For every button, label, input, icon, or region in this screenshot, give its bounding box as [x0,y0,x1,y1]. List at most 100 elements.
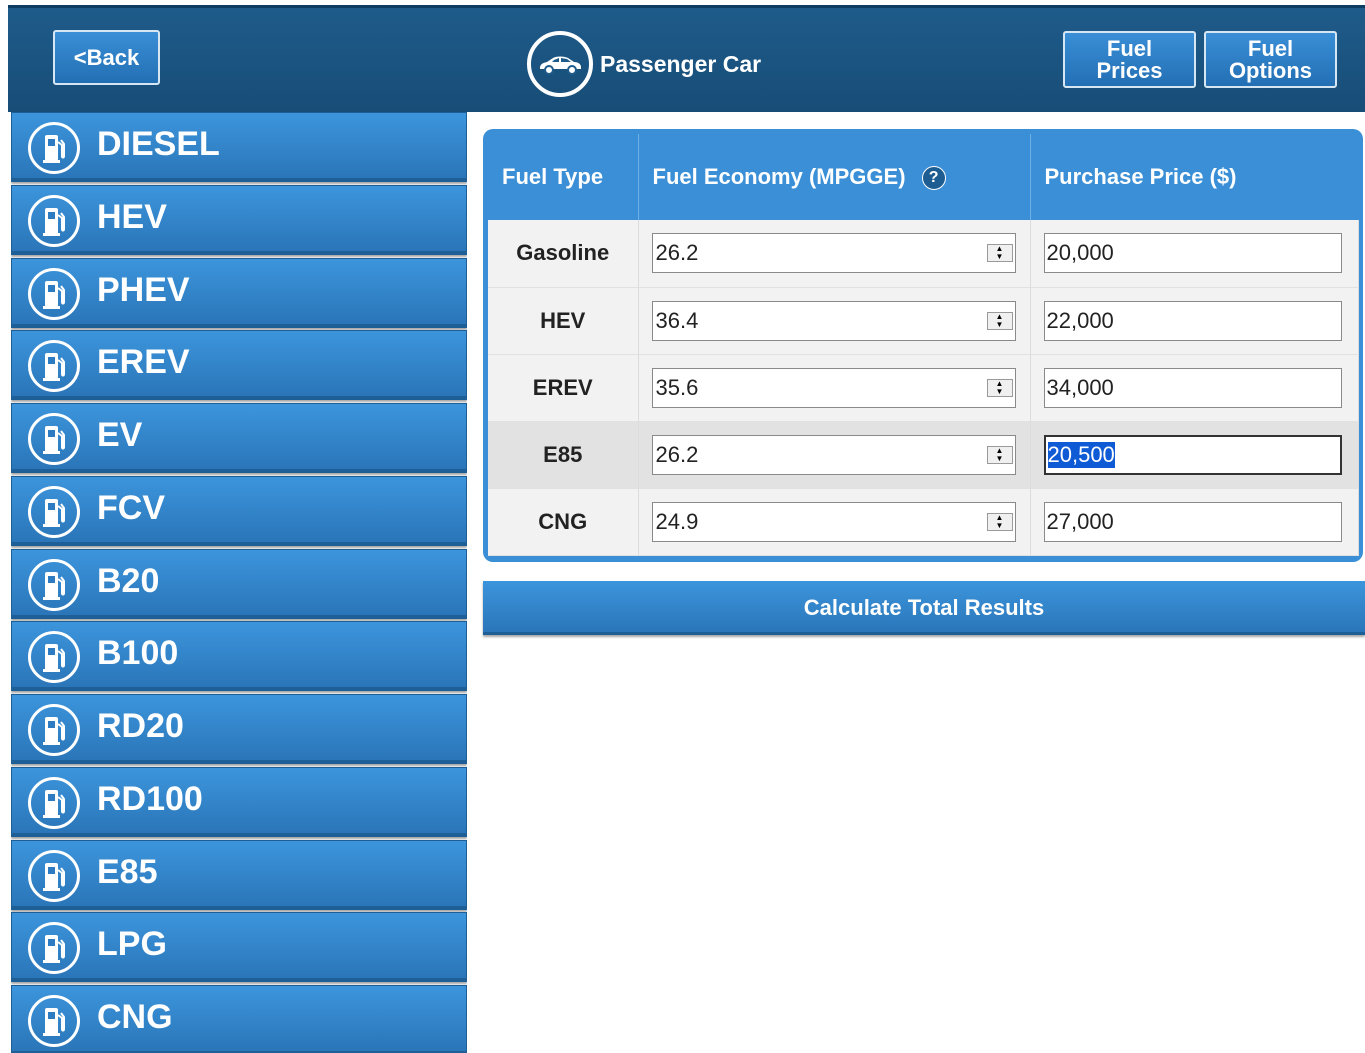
fuel-economy-input[interactable]: 26.2 ▲ ▼ [651,434,1016,475]
spinner-icon[interactable]: ▲ ▼ [986,244,1013,263]
sidebar-item-phev[interactable]: PHEV [11,257,467,328]
fuel-economy-cell: 26.2 ▲ ▼ [638,421,1031,489]
sidebar-item-hev[interactable]: HEV [11,184,467,255]
fuel-type-cell: EREV [488,354,639,422]
fuel-type-cell: CNG [488,488,639,556]
spinner-icon[interactable]: ▲ ▼ [986,445,1013,464]
fuel-economy-input[interactable]: 26.2 ▲ ▼ [651,233,1016,274]
table-header-row: Fuel Type Fuel Economy (MPGGE) ? Purchas… [488,134,1358,220]
fuel-pump-icon [28,413,80,465]
sidebar-item-b20[interactable]: B20 [11,548,467,619]
purchase-price-input[interactable]: 27,000 [1043,501,1342,542]
fuel-pump-icon [28,485,80,538]
sidebar-item-label: LPG [97,925,167,964]
purchase-price-input[interactable]: 20,500 [1043,434,1342,475]
fuel-economy-cell: 35.6 ▲ ▼ [638,354,1031,422]
sidebar-item-cng[interactable]: CNG [11,985,467,1053]
fuel-pump-icon [28,704,80,756]
spinner-icon[interactable]: ▲ ▼ [986,378,1013,397]
purchase-price-cell: 22,000 [1030,287,1359,355]
table-row: HEV 36.4 ▲ ▼ 22,000 [488,287,1359,355]
fuel-economy-value: 35.6 [655,374,699,400]
table-row: E85 26.2 ▲ ▼ 20,500 [488,421,1359,489]
spinner-icon[interactable]: ▲ ▼ [986,311,1013,330]
fuel-pump-icon [28,849,80,902]
fuel-pump-icon [28,267,80,320]
app-root: <Back Passenger Car Fuel Prices Fuel Opt… [0,0,1365,1053]
sidebar-item-label: B100 [97,634,179,673]
sidebar-item-label: B20 [97,561,160,600]
sidebar-item-label: RD20 [97,707,184,745]
fuel-sidebar: DIESEL HEV PHEV EREV EV FCV B20 B100 RD20 RD100 E8… [11,112,467,1053]
fuel-type-cell: HEV [488,287,639,355]
sidebar-item-fcv[interactable]: FCV [11,475,467,546]
sidebar-item-label: EV [97,416,143,454]
purchase-price-value: 27,000 [1046,508,1114,534]
sidebar-item-ev[interactable]: EV [11,403,467,473]
fuel-pump-icon [28,194,80,247]
table-row: Gasoline 26.2 ▲ ▼ 20,000 [488,220,1359,288]
fuel-prices-button[interactable]: Fuel Prices [1063,31,1196,88]
header-bar: <Back Passenger Car Fuel Prices Fuel Opt… [8,5,1365,112]
sidebar-item-rd20[interactable]: RD20 [11,694,467,764]
sidebar-item-label: E85 [97,852,158,891]
header-fuel-economy-label: Fuel Economy (MPGGE) [652,163,906,189]
purchase-price-input[interactable]: 22,000 [1043,300,1342,341]
calculate-total-results-button[interactable]: Calculate Total Results [483,581,1365,635]
fuel-table-panel: Fuel Type Fuel Economy (MPGGE) ? Purchas… [483,129,1363,562]
help-icon[interactable]: ? [921,166,946,191]
sidebar-item-erev[interactable]: EREV [11,330,467,401]
fuel-economy-value: 24.9 [655,508,699,534]
back-button[interactable]: <Back [53,30,160,85]
table-row: CNG 24.9 ▲ ▼ 27,000 [488,488,1359,556]
purchase-price-value: 34,000 [1046,374,1114,400]
purchase-price-input[interactable]: 20,000 [1043,233,1342,274]
sidebar-item-diesel[interactable]: DIESEL [11,112,467,182]
fuel-table: Fuel Type Fuel Economy (MPGGE) ? Purchas… [488,134,1359,556]
sidebar-item-label: RD100 [97,779,203,818]
purchase-price-input[interactable]: 34,000 [1043,367,1342,408]
fuel-economy-input[interactable]: 35.6 ▲ ▼ [651,367,1016,408]
fuel-options-label-line2: Options [1228,57,1313,83]
fuel-type-cell: E85 [488,421,639,489]
purchase-price-value: 20,500 [1047,441,1115,468]
sidebar-item-e85[interactable]: E85 [11,839,467,910]
fuel-economy-value: 36.4 [655,307,699,333]
purchase-price-cell: 34,000 [1030,354,1359,422]
fuel-pump-icon [28,995,80,1047]
spinner-icon[interactable]: ▲ ▼ [986,512,1013,531]
purchase-price-cell: 27,000 [1030,488,1359,556]
fuel-pump-icon [28,922,80,975]
purchase-price-value: 20,000 [1046,240,1114,266]
sidebar-item-label: PHEV [97,270,190,309]
fuel-economy-cell: 24.9 ▲ ▼ [638,488,1031,556]
header-fuel-economy: Fuel Economy (MPGGE) ? [638,134,1031,220]
vehicle-title-group: Passenger Car [527,31,761,97]
fuel-options-button[interactable]: Fuel Options [1204,31,1337,88]
sidebar-item-b100[interactable]: B100 [11,621,467,692]
fuel-type-cell: Gasoline [488,220,639,288]
fuel-pump-icon [28,558,80,611]
purchase-price-cell: 20,000 [1030,220,1359,288]
purchase-price-cell: 20,500 [1030,421,1359,489]
fuel-pump-icon [28,340,80,393]
sidebar-item-label: DIESEL [97,125,220,163]
sidebar-item-label: FCV [97,488,165,527]
fuel-options-label-line1: Fuel [1247,35,1294,61]
fuel-prices-label-line2: Prices [1096,57,1163,83]
fuel-prices-label-line1: Fuel [1106,35,1153,61]
fuel-economy-input[interactable]: 36.4 ▲ ▼ [651,300,1016,341]
fuel-pump-icon [28,631,80,684]
header-fuel-type: Fuel Type [488,134,639,220]
fuel-economy-cell: 26.2 ▲ ▼ [638,220,1031,288]
car-icon [527,31,593,97]
page-title: Passenger Car [600,50,762,77]
sidebar-item-rd100[interactable]: RD100 [11,766,467,837]
sidebar-item-lpg[interactable]: LPG [11,912,467,983]
fuel-economy-input[interactable]: 24.9 ▲ ▼ [651,501,1016,542]
fuel-economy-value: 26.2 [655,441,699,467]
header-purchase-price: Purchase Price ($) [1030,134,1358,220]
sidebar-item-label: CNG [97,998,173,1036]
fuel-pump-icon [28,776,80,829]
sidebar-item-label: EREV [97,343,190,382]
